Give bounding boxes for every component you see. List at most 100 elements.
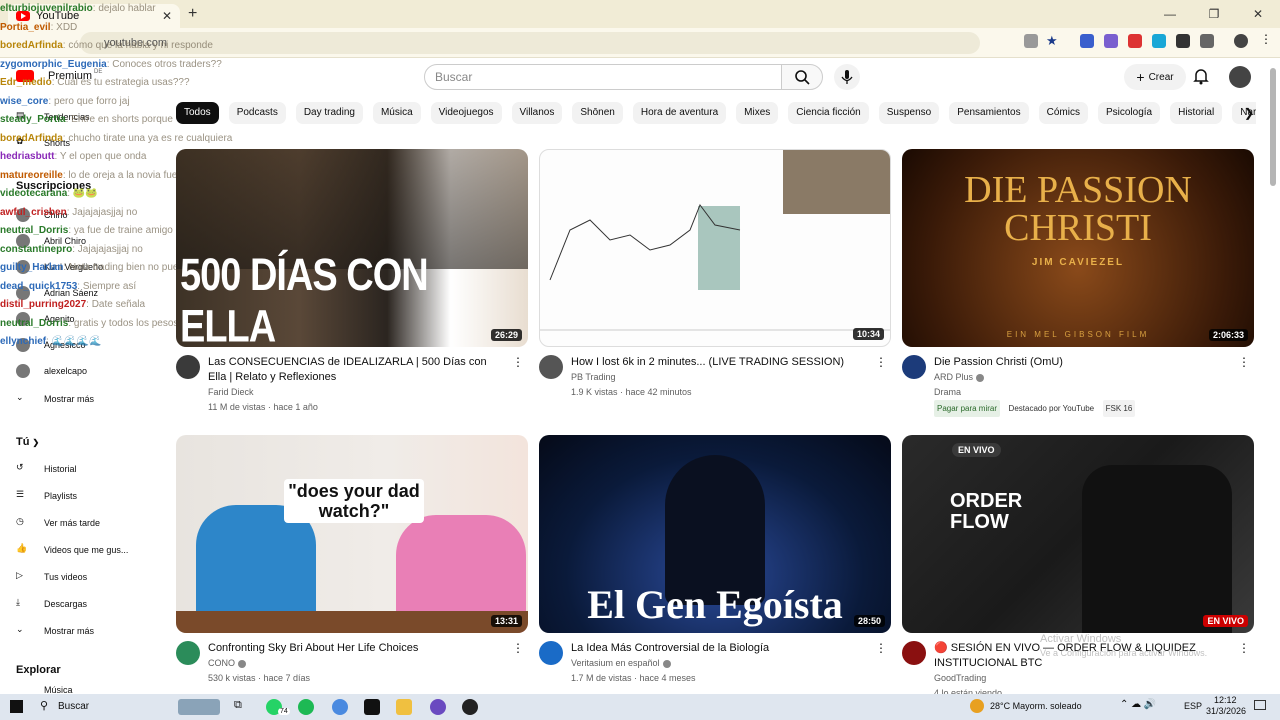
sidebar-item-you-4[interactable]: ▷ Tus videos [16,570,87,584]
discord-icon[interactable] [430,699,446,715]
sidebar-item-you-6[interactable]: ⌄ Mostrar más [16,624,94,638]
video-thumbnail[interactable]: DIE PASSION CHRISTI JIM CAVIEZEL EIN MEL… [902,149,1254,347]
chip-13[interactable]: Psicología [1097,102,1161,124]
video-title[interactable]: Las CONSECUENCIAS de IDEALIZARLA | 500 D… [208,355,498,385]
chat-message: Portia_evil: XDD [0,21,78,33]
channel-name[interactable]: Veritasium en español [571,656,861,671]
chip-7[interactable]: Hora de aventura [632,102,727,124]
windows-start-icon[interactable] [10,700,23,713]
chip-3[interactable]: Música [372,102,421,124]
tradingview-icon[interactable] [364,699,380,715]
extension-icon[interactable] [1152,34,1166,48]
account-avatar[interactable] [1229,66,1251,88]
extension-icon[interactable] [1128,34,1142,48]
extension-icon[interactable] [1176,34,1190,48]
sidebar-item-you-3[interactable]: 👍 Videos que me gus... [16,543,128,557]
sidebar-item-you-5[interactable]: ⤓ Descargas [16,597,87,611]
more-options-icon[interactable]: ⋮ [512,355,524,369]
video-title[interactable]: La Idea Más Controversial de la Biología [571,641,861,656]
video-card[interactable]: DIE PASSION CHRISTI JIM CAVIEZEL EIN MEL… [902,149,1254,417]
sidebar-item-you-2[interactable]: ◷ Ver más tarde [16,516,100,530]
profile-avatar-icon[interactable] [1234,34,1248,48]
video-title[interactable]: How I lost 6k in 2 minutes... (LIVE TRAD… [571,355,861,370]
video-title[interactable]: Confronting Sky Bri About Her Life Choic… [208,641,498,656]
verified-icon [238,659,246,668]
cast-icon[interactable] [1024,34,1038,48]
channel-avatar[interactable] [539,355,563,379]
channel-name[interactable]: ARD Plus [934,370,1224,385]
chip-5[interactable]: Villanos [511,102,563,124]
chip-11[interactable]: Pensamientos [949,102,1029,124]
video-card[interactable]: El Gen Egoísta 28:50 La Idea Más Controv… [539,435,891,686]
chevron-right-icon[interactable]: ❯ [1244,106,1254,120]
more-options-icon[interactable]: ⋮ [875,641,887,655]
chrome-icon[interactable] [332,699,348,715]
channel-avatar[interactable] [176,641,200,665]
channel-avatar[interactable] [902,355,926,379]
task-view-icon[interactable]: ⧉ [234,699,242,712]
bookmark-star-icon[interactable]: ★ [1046,33,1060,48]
extension-icon[interactable] [1104,34,1118,48]
notifications-bell-icon[interactable] [1192,66,1210,86]
chip-12[interactable]: Cómics [1038,102,1088,124]
minimize-icon[interactable]: — [1148,0,1192,28]
clock-date[interactable]: 31/3/2026 [1206,706,1246,716]
browser-menu-icon[interactable]: ⋮ [1260,32,1274,46]
sidebar-item-you-1[interactable]: ☰ Playlists [16,489,77,503]
maximize-icon[interactable]: ❐ [1192,0,1236,28]
sidebar-item-subscription[interactable]: alexelcapo [16,364,87,378]
system-tray-icons[interactable]: ⌃ ☁ 🔊 [1120,699,1184,715]
taskbar-search-input[interactable]: Buscar [58,701,89,712]
video-card[interactable]: "does your dad watch?" 13:31 Confronting… [176,435,528,686]
extension-shield-icon[interactable] [1080,34,1094,48]
voice-search-button[interactable] [834,64,860,90]
page-scrollbar[interactable] [1270,68,1276,186]
video-thumbnail[interactable]: 10:34 [539,149,891,347]
more-options-icon[interactable]: ⋮ [512,641,524,655]
subs-show-more[interactable]: ⌄ Mostrar más [16,392,94,406]
channel-avatar[interactable] [539,641,563,665]
channel-name[interactable]: PB Trading [571,370,861,385]
keyboard-language[interactable]: ESP [1184,701,1202,711]
video-thumbnail[interactable]: EN VIVO ORDER FLOW EN VIVO [902,435,1254,633]
plus-icon: + [1136,69,1145,85]
close-window-icon[interactable]: ✕ [1236,0,1280,28]
search-input[interactable]: Buscar [424,64,782,90]
weather-text[interactable]: 28°C Mayorm. soleado [990,701,1082,711]
notifications-icon[interactable] [1254,700,1266,710]
chip-9[interactable]: Ciencia ficción [788,102,869,124]
chip-10[interactable]: Suspenso [878,102,940,124]
more-options-icon[interactable]: ⋮ [875,355,887,369]
you-heading[interactable]: Tú ❯ [16,436,39,448]
sidebar-item-explore-music[interactable]: Música [16,686,73,694]
chip-14[interactable]: Historial [1170,102,1223,124]
more-options-icon[interactable]: ⋮ [1238,355,1250,369]
video-thumbnail[interactable]: 500 DÍAS CON ELLA 26:29 [176,149,528,347]
channel-avatar[interactable] [902,641,926,665]
more-options-icon[interactable]: ⋮ [1238,641,1250,655]
video-card[interactable]: 10:34 How I lost 6k in 2 minutes... (LIV… [539,149,891,400]
channel-avatar[interactable] [176,355,200,379]
chip-4[interactable]: Videojuegos [430,102,502,124]
video-thumbnail[interactable]: "does your dad watch?" 13:31 [176,435,528,633]
taskbar-widget-icon[interactable] [178,699,220,715]
create-button[interactable]: + Crear [1124,64,1186,90]
clock-time[interactable]: 12:12 [1214,695,1237,705]
video-title[interactable]: Die Passion Christi (OmU) [934,355,1224,370]
channel-name[interactable]: GoodTrading [934,671,1224,686]
search-button[interactable] [781,64,823,90]
extensions-puzzle-icon[interactable] [1200,34,1214,48]
thumbnail-caption: DIE PASSION CHRISTI [964,169,1192,249]
chip-8[interactable]: Mixes [736,102,779,124]
you-item-label: Tus videos [44,572,88,582]
sidebar-item-you-0[interactable]: ↺ Historial [16,462,77,476]
obs-icon[interactable] [462,699,478,715]
video-card[interactable]: EN VIVO ORDER FLOW EN VIVO 🔴 SESIÓN EN V… [902,435,1254,701]
spotify-icon[interactable] [298,699,314,715]
channel-name[interactable]: CONO [208,656,498,671]
chip-6[interactable]: Shōnen [572,102,623,124]
file-explorer-icon[interactable] [396,699,412,715]
channel-name[interactable]: Farid Dieck [208,385,498,400]
video-thumbnail[interactable]: El Gen Egoísta 28:50 [539,435,891,633]
video-card[interactable]: 500 DÍAS CON ELLA 26:29 Las CONSECUENCIA… [176,149,528,415]
